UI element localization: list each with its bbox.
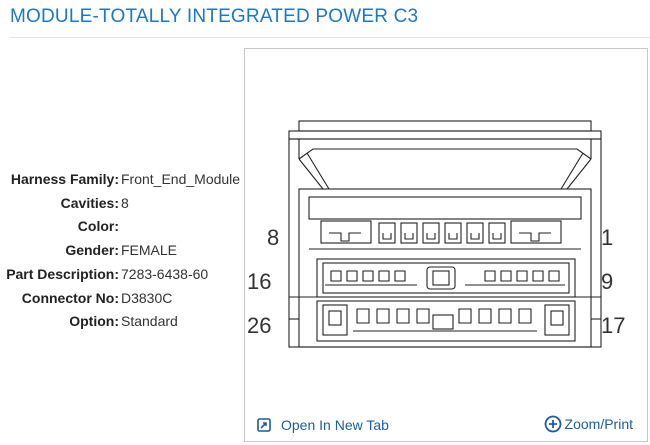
pin-label-26: 26 [247, 313, 271, 338]
cavity-row-middle [316, 258, 576, 298]
open-in-new-tab-label: Open In New Tab [281, 417, 389, 433]
connector-specs: Harness Family: Front_End_Module Cavitie… [0, 168, 245, 334]
spec-row-connector-no: Connector No: D3830C [0, 287, 245, 311]
spec-row-part-description: Part Description: 7283-6438-60 [0, 263, 245, 287]
pin-label-16: 16 [247, 269, 271, 294]
connector-diagram-panel: 8 16 26 1 9 17 Open In New Tab Zoom/Prin… [244, 48, 648, 442]
spec-row-cavities: Cavities: 8 [0, 192, 245, 216]
connector-latch [288, 120, 602, 190]
open-in-new-tab-link[interactable]: Open In New Tab [257, 417, 389, 433]
spec-value: Front_End_Module [121, 171, 241, 187]
cavity-row-top [309, 220, 581, 250]
spec-label: Option: [69, 313, 119, 330]
spec-row-option: Option: Standard [0, 310, 245, 334]
connector-face-diagram: 8 16 26 1 9 17 [247, 120, 625, 348]
spec-label: Cavities: [60, 194, 119, 211]
spec-value: 8 [121, 194, 129, 211]
spec-value: D3830C [121, 289, 173, 306]
spec-label: Connector No: [21, 289, 119, 306]
cavity-row-bottom [316, 300, 576, 342]
page-title: MODULE-TOTALLY INTEGRATED POWER C3 [10, 6, 419, 27]
zoom-print-link[interactable]: Zoom/Print [544, 415, 633, 433]
title-divider [10, 37, 650, 38]
spec-value: 7283-6438-60 [121, 265, 209, 282]
pin-label-17: 17 [601, 313, 625, 338]
pin-label-8: 8 [267, 225, 279, 250]
spec-row-color: Color: [0, 215, 245, 239]
spec-label: Harness Family: [10, 171, 119, 187]
zoom-plus-circle-icon [544, 415, 561, 433]
spec-value: Standard [121, 313, 178, 330]
spec-label: Color: [77, 218, 119, 235]
spec-label: Gender: [65, 242, 119, 259]
pin-label-1: 1 [601, 225, 613, 250]
spec-value [119, 215, 121, 239]
diagram-panel-footer: Open In New Tab Zoom/Print [245, 411, 647, 441]
spec-row-gender: Gender: FEMALE [0, 239, 245, 263]
open-new-tab-icon [257, 418, 271, 432]
zoom-print-label: Zoom/Print [564, 416, 633, 432]
spec-row-harness-family: Harness Family: Front_End_Module [0, 168, 245, 192]
spec-label: Part Description: [6, 265, 119, 282]
spec-value: FEMALE [121, 242, 178, 259]
pin-label-9: 9 [601, 269, 613, 294]
